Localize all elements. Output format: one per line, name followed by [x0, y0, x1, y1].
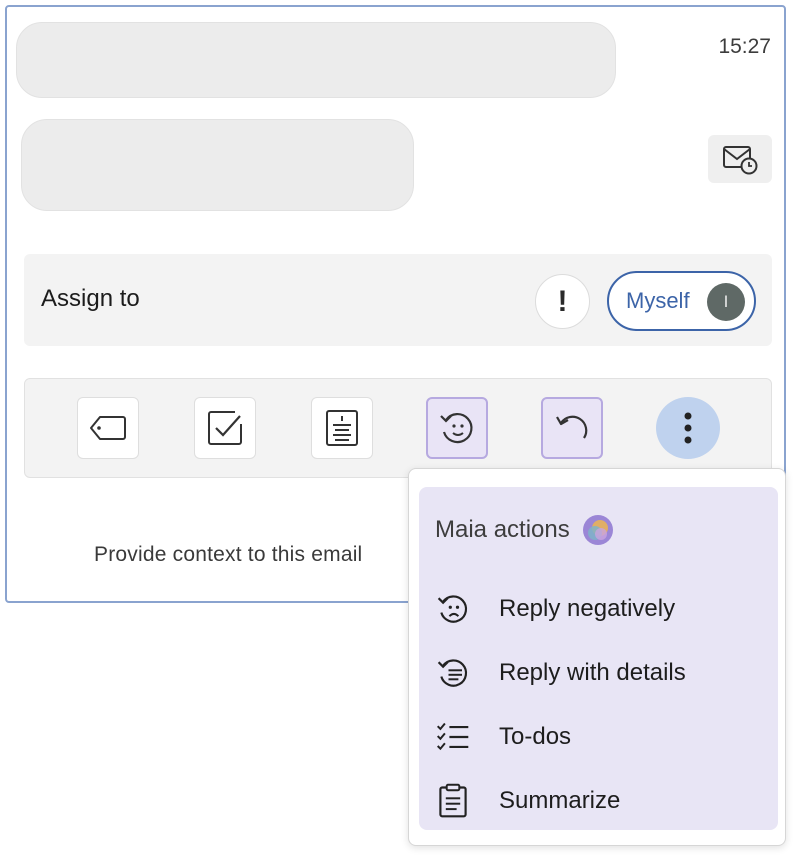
maia-actions-panel: Maia actions Reply negatively Reply with… [419, 487, 778, 830]
menu-title: Maia actions [435, 516, 570, 543]
assign-myself-button[interactable]: Myself I [607, 271, 756, 331]
checkbox-icon [208, 411, 242, 445]
assign-label: Assign to [41, 285, 140, 312]
todo-button[interactable] [194, 397, 256, 459]
menu-title-row: Maia actions [435, 514, 614, 546]
undo-reply-icon [556, 415, 588, 439]
menu-item-label: Summarize [499, 787, 621, 814]
summary-button[interactable] [311, 397, 373, 459]
email-time: 15:27 [718, 35, 771, 58]
urgent-symbol: ! [557, 284, 568, 318]
more-vertical-icon [684, 412, 692, 444]
context-prompt[interactable]: Provide context to this email [94, 543, 362, 567]
myself-label: Myself [626, 288, 690, 313]
summary-document-icon [326, 410, 358, 446]
menu-item-reply-with-details[interactable]: Reply with details [435, 648, 765, 698]
tag-icon [90, 416, 126, 440]
reply-sad-face-icon [440, 413, 473, 444]
reply-details-icon [437, 659, 468, 687]
maia-actions-menu: Maia actions Reply negatively Reply with… [408, 468, 786, 846]
menu-item-to-dos[interactable]: To-dos [435, 712, 765, 762]
menu-item-reply-negatively[interactable]: Reply negatively [435, 584, 765, 634]
undo-button[interactable] [541, 397, 603, 459]
todo-list-icon [436, 722, 469, 751]
sender-placeholder [16, 22, 616, 98]
tag-button[interactable] [77, 397, 139, 459]
snooze-button[interactable] [708, 135, 772, 183]
more-actions-button[interactable] [656, 397, 720, 459]
maia-logo-icon [582, 515, 613, 545]
menu-item-label: To-dos [499, 723, 572, 750]
subject-placeholder [21, 119, 414, 211]
avatar: I [707, 283, 745, 321]
urgent-button[interactable]: ! [535, 274, 590, 329]
clipboard-icon [439, 783, 467, 818]
reply-negative-icon [437, 595, 468, 623]
menu-item-summarize[interactable]: Summarize [435, 776, 765, 826]
menu-item-label: Reply with details [499, 659, 686, 686]
reply-sad-button[interactable] [426, 397, 488, 459]
mail-clock-icon [723, 146, 758, 175]
menu-item-label: Reply negatively [499, 595, 676, 622]
